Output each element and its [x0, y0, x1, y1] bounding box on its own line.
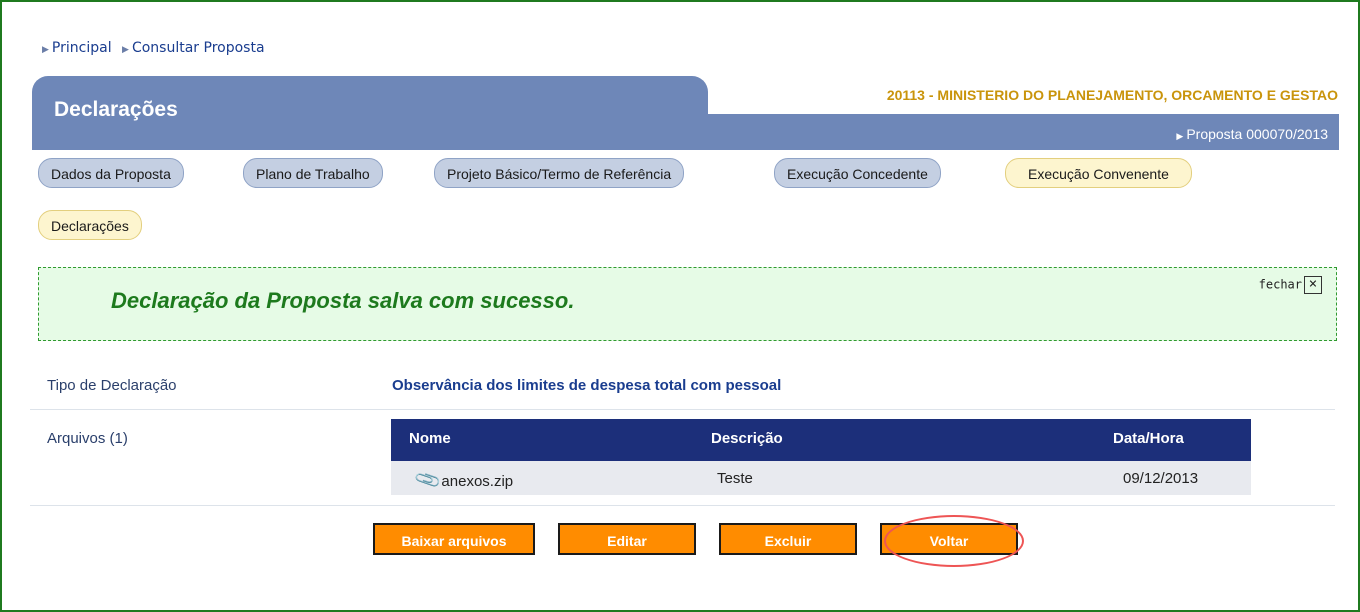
tipo-declaracao-label: Tipo de Declaração: [47, 377, 177, 394]
close-label[interactable]: fechar: [1259, 278, 1302, 292]
arquivos-label: Arquivos (1): [47, 430, 128, 447]
success-message-text: Declaração da Proposta salva com sucesso…: [111, 288, 575, 313]
breadcrumb: ▶ Principal ▶ Consultar Proposta: [42, 40, 271, 56]
breadcrumb-principal[interactable]: ▶ Principal: [42, 40, 112, 56]
editar-button[interactable]: Editar: [558, 523, 696, 555]
triangle-right-icon: ▶: [42, 45, 49, 55]
tab-plano-de-trabalho[interactable]: Plano de Trabalho: [243, 158, 383, 188]
file-name-cell[interactable]: 📎anexos.zip: [413, 466, 513, 495]
tipo-declaracao-value: Observância dos limites de despesa total…: [392, 377, 782, 394]
success-message-box: Declaração da Proposta salva com sucesso…: [38, 267, 1337, 341]
tab-execucao-concedente[interactable]: Execução Concedente: [774, 158, 941, 188]
close-icon[interactable]: ×: [1304, 276, 1322, 294]
header-band: [32, 114, 1339, 150]
baixar-arquivos-button[interactable]: Baixar arquivos: [373, 523, 535, 555]
proposta-label[interactable]: Proposta 000070/2013: [1186, 126, 1328, 142]
excluir-button[interactable]: Excluir: [719, 523, 857, 555]
tab-declaracoes[interactable]: Declarações: [38, 210, 142, 240]
close-message-button[interactable]: fechar ×: [1259, 276, 1322, 294]
breadcrumb-principal-label[interactable]: Principal: [52, 40, 112, 56]
breadcrumb-consultar-label[interactable]: Consultar Proposta: [132, 40, 265, 56]
divider: [30, 409, 1335, 410]
page-title: Declarações: [54, 98, 178, 121]
file-date-cell: 09/12/2013: [1123, 470, 1199, 487]
proposta-link[interactable]: ▶ Proposta 000070/2013: [1176, 126, 1328, 142]
column-header-descricao: Descrição: [711, 430, 783, 447]
tab-dados-da-proposta[interactable]: Dados da Proposta: [38, 158, 184, 188]
column-header-nome: Nome: [409, 430, 451, 447]
organization-label: 20113 - MINISTERIO DO PLANEJAMENTO, ORCA…: [886, 87, 1338, 103]
file-name-label[interactable]: anexos.zip: [441, 473, 513, 490]
tab-execucao-convenente[interactable]: Execução Convenente: [1005, 158, 1192, 188]
table-row: 📎anexos.zip Teste 09/12/2013: [391, 461, 1251, 495]
file-description-cell: Teste: [717, 470, 753, 487]
divider: [30, 505, 1335, 506]
table-header-row: Nome Descrição Data/Hora: [391, 419, 1251, 461]
highlight-circle: [884, 515, 1024, 567]
triangle-right-icon: ▶: [122, 45, 129, 55]
column-header-data-hora: Data/Hora: [1113, 430, 1184, 447]
tab-projeto-basico[interactable]: Projeto Básico/Termo de Referência: [434, 158, 685, 188]
paperclip-icon: 📎: [413, 465, 443, 495]
breadcrumb-consultar-proposta[interactable]: ▶ Consultar Proposta: [122, 40, 265, 56]
files-table: Nome Descrição Data/Hora 📎anexos.zip Tes…: [391, 419, 1251, 495]
triangle-right-icon: ▶: [1176, 131, 1184, 141]
